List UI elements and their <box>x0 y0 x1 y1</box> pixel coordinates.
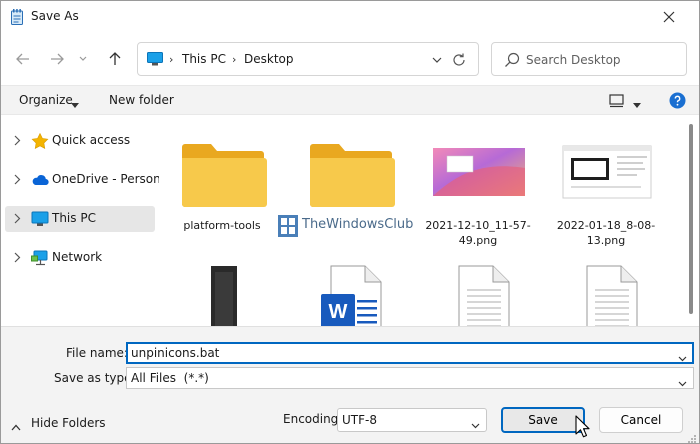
close-button[interactable] <box>647 1 691 33</box>
arrow-right-icon <box>51 53 64 65</box>
refresh-button[interactable] <box>450 51 468 69</box>
address-bar[interactable]: › This PC › Desktop <box>137 42 479 76</box>
window-title: Save As <box>31 9 79 23</box>
save-type-select[interactable]: All Files (*.*) <box>126 367 694 389</box>
file-name: 2022-01-18_8-08-13.png <box>556 219 656 247</box>
chevron-up-icon <box>11 420 21 431</box>
hide-folders-label: Hide Folders <box>31 416 106 430</box>
forward-button[interactable] <box>45 47 69 71</box>
cancel-button[interactable]: Cancel <box>599 407 683 433</box>
encoding-value: UTF-8 <box>342 413 377 427</box>
sidebar-item-label: OneDrive - Personal <box>52 172 172 186</box>
caret-down-icon[interactable] <box>633 98 641 108</box>
file-item-image[interactable]: 2021-12-10_11-57-49.png <box>419 122 537 247</box>
watermark-logo-icon <box>278 215 298 237</box>
sidebar-item-label: Quick access <box>52 133 131 147</box>
sidebar-item-label: Network <box>52 250 103 264</box>
file-item-image[interactable] <box>163 250 281 326</box>
chevron-down-icon[interactable] <box>678 351 687 362</box>
watermark-text: TheWindowsClub <box>302 217 414 232</box>
view-icon <box>609 94 624 108</box>
view-options-button[interactable] <box>609 94 625 108</box>
file-item-document[interactable] <box>419 250 537 326</box>
image-thumbnail <box>173 260 273 326</box>
recent-locations-button[interactable] <box>75 47 91 71</box>
image-thumbnail <box>429 132 529 212</box>
chevron-right-icon: › <box>169 53 174 66</box>
text-document-icon <box>429 260 529 326</box>
file-item-folder[interactable]: platform-tools <box>163 122 281 242</box>
save-button[interactable]: Save <box>501 407 585 433</box>
file-name: 2021-12-10_11-57-49.png <box>425 219 531 247</box>
file-item-document[interactable]: W <box>291 250 409 326</box>
encoding-label: Encoding: <box>283 412 343 426</box>
sidebar-item-network[interactable]: Network <box>5 245 155 271</box>
navigation-pane: Quick access OneDrive - Personal This PC <box>1 116 171 326</box>
title-bar: Save As <box>1 1 699 33</box>
sidebar-item-this-pc[interactable]: This PC <box>5 206 155 232</box>
chevron-right-icon[interactable] <box>13 252 21 263</box>
sidebar-item-label: This PC <box>52 211 96 225</box>
arrow-up-icon <box>109 52 121 65</box>
this-pc-icon <box>147 52 163 66</box>
save-type-value: All Files (*.*) <box>131 371 209 385</box>
mouse-cursor-icon <box>575 415 591 439</box>
command-bar: Organize New folder <box>1 85 699 115</box>
folder-icon <box>301 132 401 212</box>
text-document-icon <box>557 260 657 326</box>
breadcrumb-this-pc[interactable]: This PC <box>182 52 226 66</box>
refresh-icon <box>453 53 465 66</box>
watermark: TheWindowsClub <box>278 213 428 243</box>
word-document-icon: W <box>301 260 401 326</box>
save-form: File name: unpinicons.bat Save as type: … <box>1 326 699 443</box>
save-as-dialog: Save As › This PC › Desktop Search Deskt… <box>0 0 700 444</box>
breadcrumb-desktop[interactable]: Desktop <box>244 52 294 66</box>
folder-icon <box>173 132 273 212</box>
file-name-value: unpinicons.bat <box>131 346 220 360</box>
chevron-down-icon[interactable] <box>471 418 480 429</box>
up-button[interactable] <box>103 47 127 71</box>
resize-grip-icon[interactable] <box>687 433 697 443</box>
file-item-document[interactable] <box>547 250 665 326</box>
organize-button[interactable]: Organize <box>19 93 73 107</box>
file-name-label: File name: <box>66 346 128 360</box>
vertical-scrollbar[interactable] <box>685 116 699 326</box>
svg-text:W: W <box>329 301 348 323</box>
file-name: platform-tools <box>183 219 261 232</box>
sidebar-item-quick-access[interactable]: Quick access <box>5 128 155 154</box>
address-history-button[interactable] <box>428 51 446 69</box>
arrow-left-icon <box>16 53 29 65</box>
image-thumbnail <box>557 132 657 212</box>
cloud-icon <box>31 172 49 188</box>
close-icon <box>663 11 675 23</box>
caret-down-icon <box>71 98 79 108</box>
search-box[interactable] <box>491 42 687 76</box>
chevron-down-icon[interactable] <box>678 376 687 387</box>
network-icon <box>31 250 49 266</box>
chevron-right-icon[interactable] <box>13 213 21 224</box>
sidebar-item-onedrive[interactable]: OneDrive - Personal <box>5 167 171 193</box>
search-input[interactable] <box>526 51 676 69</box>
chevron-right-icon: › <box>232 53 237 66</box>
chevron-right-icon[interactable] <box>13 135 21 146</box>
chevron-down-icon <box>432 57 442 63</box>
search-icon <box>504 52 520 68</box>
encoding-select[interactable]: UTF-8 <box>337 408 487 432</box>
file-name-input[interactable]: unpinicons.bat <box>126 342 694 364</box>
save-type-label: Save as type: <box>54 371 136 385</box>
back-button[interactable] <box>11 47 35 71</box>
notepad-icon <box>11 9 23 25</box>
navigation-bar: › This PC › Desktop <box>1 39 699 79</box>
help-icon <box>669 92 686 109</box>
monitor-icon <box>31 211 49 227</box>
help-button[interactable] <box>669 92 686 109</box>
scrollbar-thumb[interactable] <box>689 124 693 314</box>
new-folder-button[interactable]: New folder <box>109 93 174 107</box>
star-icon <box>31 132 49 149</box>
chevron-down-icon <box>79 56 87 61</box>
file-item-image[interactable]: 2022-01-18_8-08-13.png <box>547 122 665 247</box>
chevron-right-icon[interactable] <box>13 174 21 185</box>
